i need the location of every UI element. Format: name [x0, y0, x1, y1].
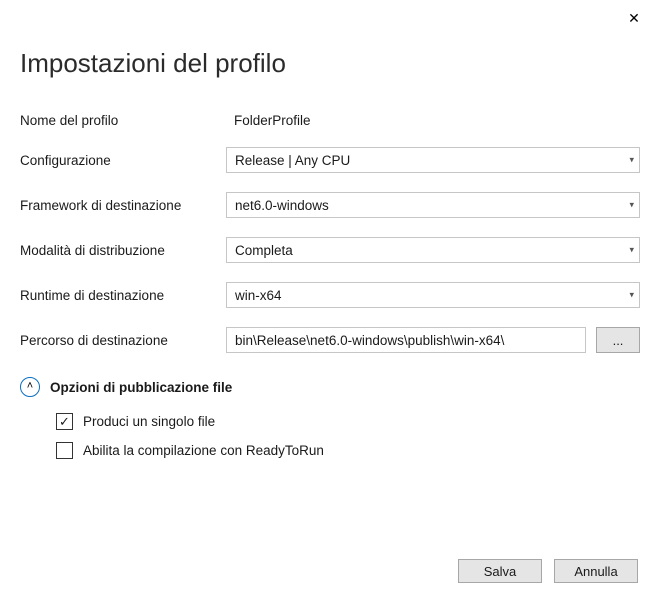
- label-target-runtime: Runtime di destinazione: [20, 288, 224, 303]
- target-runtime-select[interactable]: ▾: [226, 282, 640, 308]
- configuration-input[interactable]: [226, 147, 640, 173]
- target-location-input[interactable]: [226, 327, 586, 353]
- value-profile-name: FolderProfile: [226, 113, 640, 128]
- label-configuration: Configurazione: [20, 153, 224, 168]
- page-title: Impostazioni del profilo: [20, 48, 638, 79]
- label-target-framework: Framework di destinazione: [20, 198, 224, 213]
- target-runtime-input[interactable]: [226, 282, 640, 308]
- single-file-checkbox[interactable]: ✓: [56, 413, 73, 430]
- deployment-mode-input[interactable]: [226, 237, 640, 263]
- form-grid: Nome del profilo FolderProfile Configura…: [20, 113, 638, 353]
- ready-to-run-checkbox[interactable]: [56, 442, 73, 459]
- target-framework-select[interactable]: ▾: [226, 192, 640, 218]
- ready-to-run-checkbox-row[interactable]: Abilita la compilazione con ReadyToRun: [56, 442, 638, 459]
- target-framework-input[interactable]: [226, 192, 640, 218]
- cancel-button[interactable]: Annulla: [554, 559, 638, 583]
- browse-button[interactable]: ...: [596, 327, 640, 353]
- save-button[interactable]: Salva: [458, 559, 542, 583]
- expander-toggle-icon: ˄: [20, 377, 40, 397]
- expander-label: Opzioni di pubblicazione file: [50, 380, 232, 395]
- label-target-location: Percorso di destinazione: [20, 333, 224, 348]
- deployment-mode-select[interactable]: ▾: [226, 237, 640, 263]
- label-profile-name: Nome del profilo: [20, 113, 224, 128]
- close-icon: ✕: [628, 10, 640, 27]
- file-publish-options-expander[interactable]: ˄ Opzioni di pubblicazione file: [20, 377, 638, 397]
- single-file-checkbox-row[interactable]: ✓ Produci un singolo file: [56, 413, 638, 430]
- dialog-content: Impostazioni del profilo Nome del profil…: [0, 0, 658, 479]
- dialog-footer: Salva Annulla: [458, 559, 638, 583]
- configuration-select[interactable]: ▾: [226, 147, 640, 173]
- single-file-label: Produci un singolo file: [83, 414, 215, 429]
- close-button[interactable]: ✕: [622, 6, 646, 30]
- ready-to-run-label: Abilita la compilazione con ReadyToRun: [83, 443, 324, 458]
- label-deployment-mode: Modalità di distribuzione: [20, 243, 224, 258]
- file-publish-options-list: ✓ Produci un singolo file Abilita la com…: [56, 413, 638, 459]
- chevron-up-icon: ˄: [27, 381, 33, 392]
